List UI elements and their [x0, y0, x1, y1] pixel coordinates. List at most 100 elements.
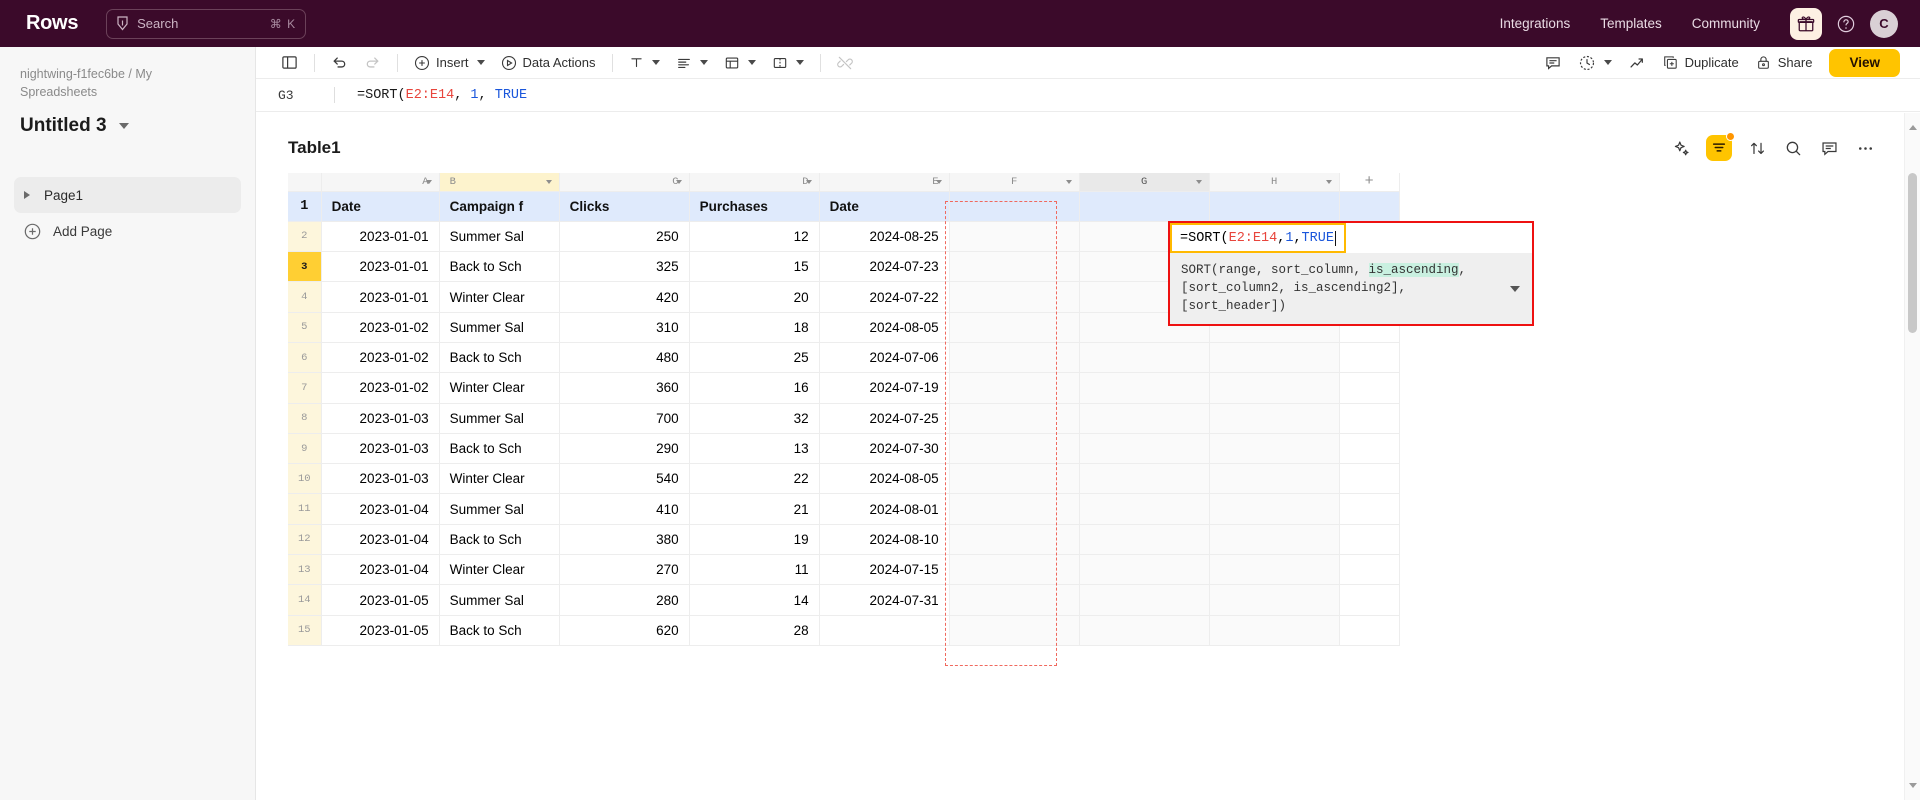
row-number[interactable]: 14	[288, 584, 322, 616]
chevron-down-icon[interactable]	[425, 179, 432, 184]
chevron-down-icon[interactable]	[1603, 60, 1612, 65]
sidebar-item-page1[interactable]: Page1	[14, 177, 241, 214]
cell-g8[interactable]	[1079, 403, 1210, 434]
cell-e8[interactable]: 2024-07-25	[819, 403, 950, 434]
chevron-down-icon[interactable]	[699, 60, 708, 65]
cell-f9[interactable]	[949, 433, 1080, 465]
cell-e14[interactable]: 2024-07-31	[819, 584, 950, 616]
cell-h11[interactable]	[1209, 493, 1340, 525]
cell-d13[interactable]: 11	[689, 554, 820, 586]
cell-e5[interactable]: 2024-08-05	[819, 312, 950, 343]
row-number[interactable]: 13	[288, 554, 322, 586]
header-cell-d[interactable]: Purchases	[689, 191, 820, 222]
cell-reference-box[interactable]: G3	[278, 88, 334, 103]
cell-a14[interactable]: 2023-01-05	[321, 584, 440, 616]
row-number[interactable]: 15	[288, 615, 322, 646]
cell-f5[interactable]	[949, 312, 1080, 343]
global-search-box[interactable]: Search ⌘ K	[106, 8, 307, 39]
column-header-b[interactable]: B	[439, 173, 560, 192]
column-header-a[interactable]: A	[321, 173, 440, 192]
cell-d2[interactable]: 12	[689, 221, 820, 253]
cell-f4[interactable]	[949, 281, 1080, 313]
cell-b7[interactable]: Winter Clear	[439, 372, 560, 404]
text-format-icon[interactable]	[622, 50, 667, 76]
chevron-down-icon[interactable]	[747, 60, 756, 65]
user-avatar[interactable]: C	[1870, 9, 1898, 38]
cell-b12[interactable]: Back to Sch	[439, 524, 560, 556]
cell-c13[interactable]: 270	[559, 554, 690, 586]
chevron-down-icon[interactable]	[1325, 179, 1332, 184]
cell-b2[interactable]: Summer Sal	[439, 221, 560, 253]
chevron-down-icon[interactable]	[675, 179, 682, 184]
comment-icon[interactable]	[1818, 137, 1840, 159]
cell-d15[interactable]: 28	[689, 615, 820, 646]
more-options-icon[interactable]	[1854, 137, 1876, 159]
undo-icon[interactable]	[324, 50, 355, 76]
cell-a7[interactable]: 2023-01-02	[321, 372, 440, 404]
cell-h12[interactable]	[1209, 524, 1340, 556]
cell-a12[interactable]: 2023-01-04	[321, 524, 440, 556]
cell-d5[interactable]: 18	[689, 312, 820, 343]
formula-input[interactable]: =SORT(E2:E14, 1, TRUE	[357, 88, 527, 103]
cell-g11[interactable]	[1079, 493, 1210, 525]
chevron-down-icon[interactable]	[1510, 285, 1520, 292]
cell-f11[interactable]	[949, 493, 1080, 525]
cell-e15[interactable]	[819, 615, 950, 646]
chevron-down-icon[interactable]	[476, 60, 485, 65]
cell-b14[interactable]: Summer Sal	[439, 584, 560, 616]
align-left-icon[interactable]	[669, 50, 715, 76]
cell-g15[interactable]	[1079, 615, 1210, 646]
cell-e4[interactable]: 2024-07-22	[819, 281, 950, 313]
cell-g9[interactable]	[1079, 433, 1210, 465]
cell-h13[interactable]	[1209, 554, 1340, 586]
cell-c14[interactable]: 280	[559, 584, 690, 616]
cell-c9[interactable]: 290	[559, 433, 690, 465]
cell-c11[interactable]: 410	[559, 493, 690, 525]
grid-corner-cell[interactable]	[288, 173, 322, 192]
breadcrumb[interactable]: nightwing-f1fec6be / My Spreadsheets	[20, 65, 190, 101]
cell-d10[interactable]: 22	[689, 463, 820, 495]
nav-templates[interactable]: Templates	[1600, 16, 1662, 31]
cell-c3[interactable]: 325	[559, 251, 690, 283]
column-header-e[interactable]: E	[819, 173, 950, 192]
cell-h10[interactable]	[1209, 463, 1340, 495]
cell-c5[interactable]: 310	[559, 312, 690, 343]
cell-b4[interactable]: Winter Clear	[439, 281, 560, 313]
data-actions-button[interactable]: Data Actions	[494, 50, 603, 76]
cell-a2[interactable]: 2023-01-01	[321, 221, 440, 253]
chevron-down-icon[interactable]	[795, 60, 804, 65]
cell-b15[interactable]: Back to Sch	[439, 615, 560, 646]
chevron-down-icon[interactable]	[651, 60, 660, 65]
add-page-button[interactable]: Add Page	[20, 223, 235, 240]
add-column-button[interactable]: +	[1339, 173, 1400, 192]
row-number[interactable]: 10	[288, 463, 322, 495]
chevron-right-icon[interactable]	[24, 191, 30, 200]
vertical-scrollbar[interactable]	[1904, 113, 1920, 800]
header-cell-f[interactable]	[949, 191, 1080, 222]
cell-e11[interactable]: 2024-08-01	[819, 493, 950, 525]
help-circle-icon[interactable]	[1834, 12, 1858, 36]
cell-g13[interactable]	[1079, 554, 1210, 586]
column-header-h[interactable]: H	[1209, 173, 1340, 192]
cell-b6[interactable]: Back to Sch	[439, 342, 560, 374]
app-logo[interactable]: Rows	[26, 12, 78, 35]
cell-f6[interactable]	[949, 342, 1080, 374]
row-number[interactable]: 2	[288, 221, 322, 253]
row-number[interactable]: 5	[288, 312, 322, 343]
cell-d9[interactable]: 13	[689, 433, 820, 465]
cell-g6[interactable]	[1079, 342, 1210, 374]
cell-c12[interactable]: 380	[559, 524, 690, 556]
table-title[interactable]: Table1	[288, 138, 341, 158]
cell-c8[interactable]: 700	[559, 403, 690, 434]
cell-b8[interactable]: Summer Sal	[439, 403, 560, 434]
view-button[interactable]: View	[1829, 48, 1900, 77]
column-header-g[interactable]: G	[1079, 173, 1210, 192]
cell-g12[interactable]	[1079, 524, 1210, 556]
cell-d11[interactable]: 21	[689, 493, 820, 525]
row-number[interactable]: 8	[288, 403, 322, 434]
cell-d14[interactable]: 14	[689, 584, 820, 616]
cell-d6[interactable]: 25	[689, 342, 820, 374]
cell-c15[interactable]: 620	[559, 615, 690, 646]
cell-b11[interactable]: Summer Sal	[439, 493, 560, 525]
cell-g14[interactable]	[1079, 584, 1210, 616]
